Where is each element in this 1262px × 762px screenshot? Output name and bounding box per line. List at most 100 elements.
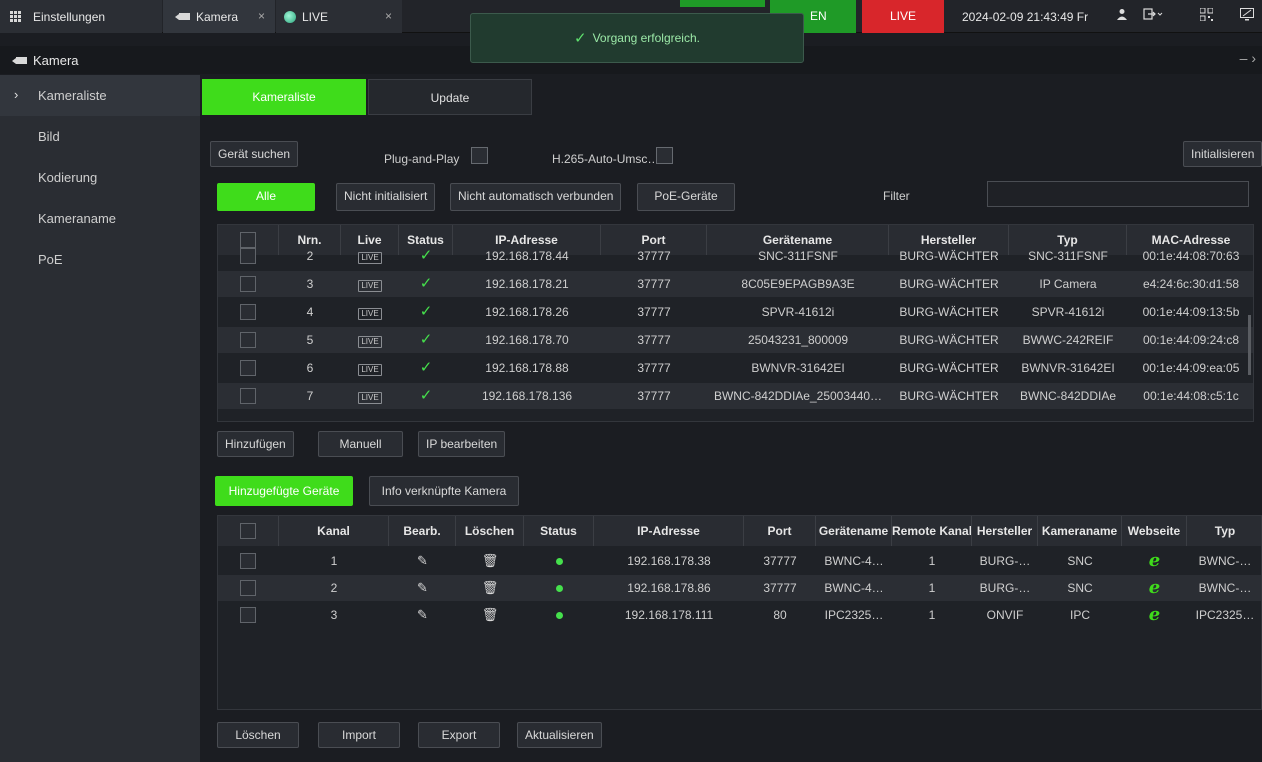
pencil-icon[interactable]: ✎ [417,580,428,595]
tab-added-devices[interactable]: Hinzugefügte Geräte [215,476,353,506]
cell-port: 37777 [637,277,671,291]
initialize-button[interactable]: Initialisieren [1183,141,1262,167]
tab-camera[interactable]: Kamera × [163,0,275,33]
pencil-icon[interactable]: ✎ [417,607,428,622]
row-checkbox[interactable] [240,276,256,292]
close-icon[interactable]: × [385,9,392,23]
filter-input[interactable] [987,181,1249,207]
header-website[interactable]: Webseite [1122,516,1187,546]
cell-port: 37777 [763,581,797,595]
sidebar-item-kodierung[interactable]: Kodierung [0,157,200,198]
scrollbar[interactable] [1248,315,1251,375]
row-checkbox[interactable] [240,332,256,348]
ie-browser-icon[interactable]: e [1149,604,1160,625]
table-row[interactable]: 5 LIVE ✓ 192.168.178.70 37777 25043231_800009… [218,327,1253,353]
sidebar-item-poe[interactable]: PoE [0,239,200,280]
check-icon: ✓ [574,30,587,47]
add-button[interactable]: Hinzufügen [217,431,294,457]
h265-auto-checkbox[interactable] [656,147,673,164]
logout-icon[interactable] [1143,8,1163,23]
live-icon[interactable]: LIVE [358,252,382,264]
header-channel[interactable]: Kanal [279,516,389,546]
table-row[interactable]: 2 LIVE ✓ 192.168.178.44 37777 SNC-311FSNF BURG… [218,243,1253,269]
tab-update[interactable]: Update [368,79,532,115]
table-row[interactable]: 3 LIVE ✓ 192.168.178.21 37777 8C05E9EPAGB9A3E… [218,271,1253,297]
live-icon[interactable]: LIVE [358,308,382,320]
cell-port: 37777 [763,554,797,568]
sidebar-item-bild[interactable]: Bild [0,116,200,157]
cell-camera-name: SNC [1067,554,1093,568]
sidebar-item-kameraname[interactable]: Kameraname [0,198,200,239]
export-button[interactable]: Export [418,722,500,748]
cell-live[interactable]: LIVE [341,383,399,409]
row-checkbox[interactable] [240,607,256,623]
ie-browser-icon[interactable]: e [1149,550,1160,571]
cell-nr: 4 [306,305,314,319]
header-status[interactable]: Status [524,516,594,546]
qr-code-icon[interactable] [1199,7,1214,24]
row-checkbox[interactable] [240,304,256,320]
header-port[interactable]: Port [744,516,816,546]
header-camera-name[interactable]: Kameraname [1038,516,1122,546]
import-button[interactable]: Import [318,722,400,748]
cell-live[interactable]: LIVE [341,243,399,269]
refresh-button[interactable]: Aktualisieren [517,722,602,748]
header-ip[interactable]: IP-Adresse [594,516,744,546]
header-type[interactable]: Typ [1187,516,1261,546]
sidebar-item-kameraliste[interactable]: › Kameraliste [0,75,200,116]
row-checkbox[interactable] [240,360,256,376]
trash-icon[interactable]: 🗑 [482,607,499,622]
manual-button[interactable]: Manuell [318,431,403,457]
cell-live[interactable]: LIVE [341,271,399,297]
tab-settings[interactable]: Einstellungen [0,0,162,33]
cell-live[interactable]: LIVE [341,327,399,353]
table-row[interactable]: 7 LIVE ✓ 192.168.178.136 37777 BWNC-842DDIAe_… [218,383,1253,409]
table-row[interactable]: 3 ✎ 🗑 192.168.178.111 80 IPC2325… 1 ONVIF IPC e IP… [218,602,1261,628]
row-checkbox[interactable] [240,553,256,569]
pencil-icon[interactable]: ✎ [417,553,428,568]
header-delete[interactable]: Löschen [456,516,524,546]
tab-kameraliste[interactable]: Kameraliste [202,79,366,115]
cell-live[interactable]: LIVE [341,299,399,325]
live-icon[interactable]: LIVE [358,364,382,376]
table-row[interactable]: 1 ✎ 🗑 192.168.178.38 37777 BWNC-4… 1 BURG-… SNC e… [218,548,1261,574]
header-remote-channel[interactable]: Remote Kanal [892,516,972,546]
user-icon[interactable] [1116,8,1128,23]
header-vendor[interactable]: Hersteller [972,516,1038,546]
filter-poe-button[interactable]: PoE-Geräte [637,183,735,211]
table-row[interactable]: 2 ✎ 🗑 192.168.178.86 37777 BWNC-4… 1 BURG-… SNC e… [218,575,1261,601]
minimize-icon[interactable]: – › [1240,50,1256,66]
search-device-button[interactable]: Gerät suchen [210,141,299,167]
live-icon[interactable]: LIVE [358,280,382,292]
header-device-name[interactable]: Gerätename [816,516,892,546]
tab-linked-camera-info[interactable]: Info verknüpfte Kamera [369,476,519,506]
cell-camera-name: SNC [1067,581,1093,595]
row-checkbox[interactable] [240,388,256,404]
cell-live[interactable]: LIVE [341,355,399,381]
cell-device-name: SPVR-41612i [761,305,835,319]
filter-not-auto-connected-button[interactable]: Nicht automatisch verbunden [450,183,622,211]
trash-icon[interactable]: 🗑 [482,580,499,595]
row-checkbox[interactable] [240,580,256,596]
ie-browser-icon[interactable]: e [1149,577,1160,598]
live-icon[interactable]: LIVE [358,336,382,348]
filter-all-button[interactable]: Alle [217,183,315,211]
row-checkbox[interactable] [240,248,256,264]
delete-button[interactable]: Löschen [217,722,299,748]
cell-delete: 🗑 [456,548,524,574]
live-badge[interactable]: LIVE [862,0,944,33]
monitor-icon[interactable] [1240,8,1254,24]
table-row[interactable]: 6 LIVE ✓ 192.168.178.88 37777 BWNVR-31642EI BU… [218,355,1253,381]
close-icon[interactable]: × [258,9,265,23]
plug-and-play-checkbox[interactable] [471,147,488,164]
sidebar-item-label: Kameraliste [38,88,107,103]
cell-nr: 2 [306,249,314,263]
trash-icon[interactable]: 🗑 [482,553,499,568]
filter-not-initialized-button[interactable]: Nicht initialisiert [336,183,436,211]
edit-ip-button[interactable]: IP bearbeiten [418,431,506,457]
tab-camera-label: Kamera [196,9,239,24]
table-row[interactable]: 4 LIVE ✓ 192.168.178.26 37777 SPVR-41612i BURG… [218,299,1253,325]
tab-live[interactable]: LIVE × [276,0,402,33]
live-icon[interactable]: LIVE [358,392,382,404]
header-edit[interactable]: Bearb. [389,516,456,546]
